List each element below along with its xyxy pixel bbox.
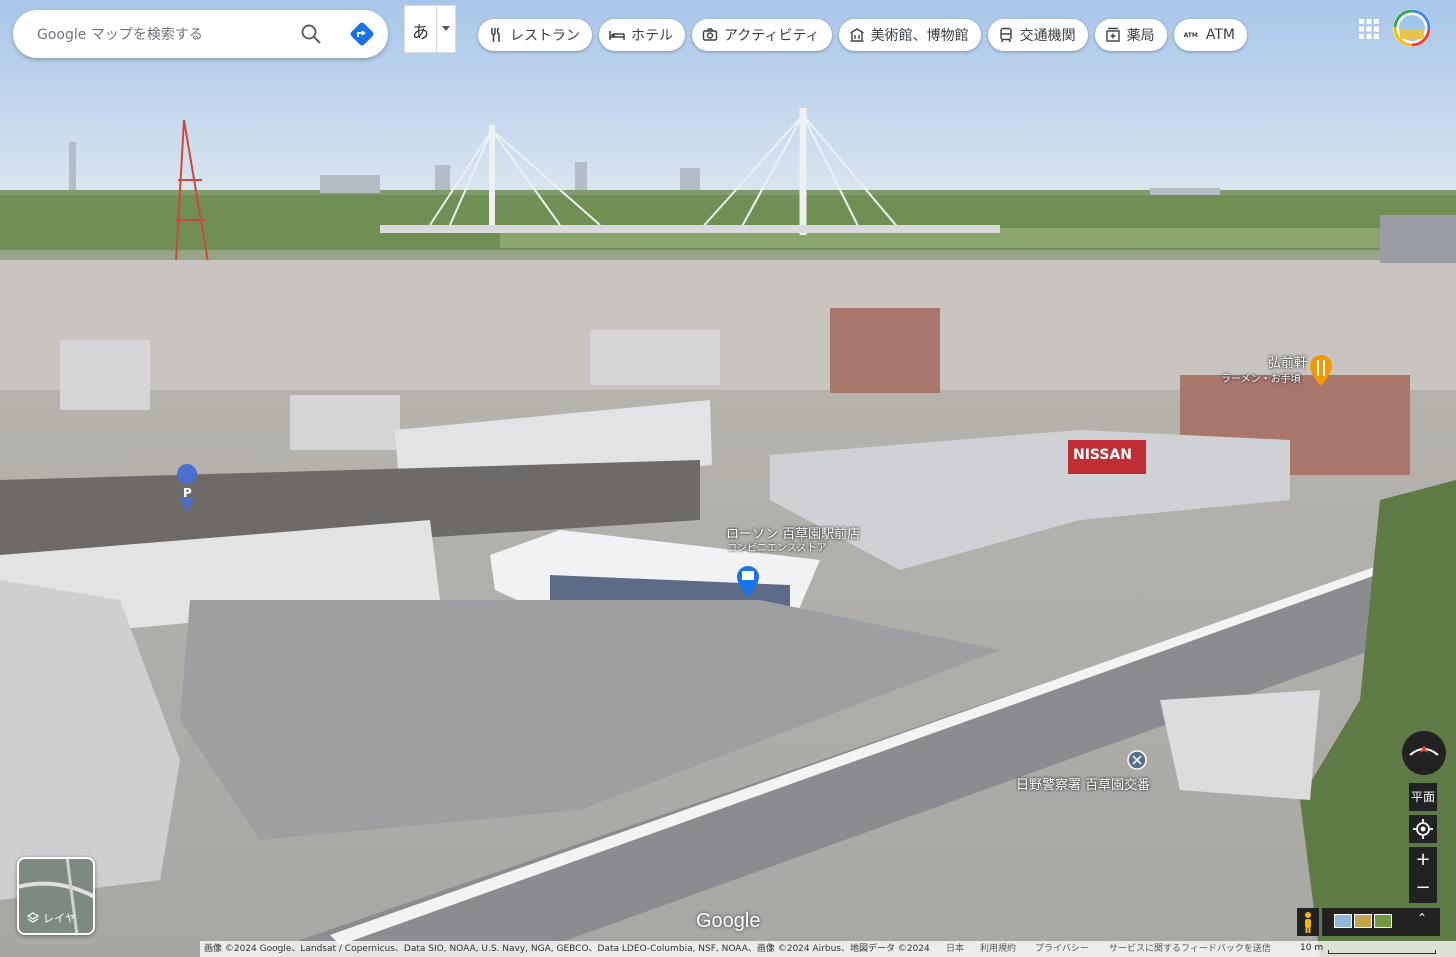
terms-link[interactable]: 利用規約 <box>980 941 1016 957</box>
ime-char: あ <box>412 23 429 43</box>
ime-toggle[interactable]: あ <box>404 5 456 53</box>
attribution-text: 画像 ©2024 Google、Landsat / Copernicus、Dat… <box>204 944 930 954</box>
chip-label: レストラン <box>510 28 580 44</box>
chip-label: 美術館、博物館 <box>870 28 969 44</box>
imagery-thumbnail[interactable] <box>1354 914 1372 928</box>
search-input[interactable] <box>35 22 289 48</box>
search-box <box>13 10 388 58</box>
chip-activities[interactable]: アクティビティ <box>692 19 832 51</box>
chevron-down-icon <box>442 26 450 31</box>
compass-icon[interactable] <box>1402 731 1446 775</box>
zoom-controls: + − <box>1409 847 1437 903</box>
chip-label: ATM <box>1205 27 1235 43</box>
zoom-out-button[interactable]: − <box>1409 875 1437 903</box>
pegman-icon[interactable] <box>1297 908 1319 936</box>
chip-label: 交通機関 <box>1019 28 1076 44</box>
layers-button[interactable]: レイヤ <box>17 857 95 935</box>
chip-label: アクティビティ <box>724 28 820 44</box>
bed-icon <box>609 31 625 40</box>
ramen-place-name[interactable]: 弘前軒 <box>1268 357 1307 371</box>
ramen-place-category: ラーメン・お手頃 <box>1221 374 1301 385</box>
imagery-thumbnail[interactable] <box>1334 914 1352 928</box>
scale-label[interactable]: 10 m <box>1300 943 1323 953</box>
my-location-icon <box>1413 819 1433 839</box>
atm-icon: ATM <box>1183 31 1198 39</box>
search-icon[interactable] <box>299 22 323 46</box>
chip-pharmacy[interactable]: 薬局 <box>1094 19 1167 51</box>
fork-knife-icon <box>491 27 500 42</box>
category-chips: レストラン ホテル アクティビティ 美術館、博物館 交通機関 薬局 ATM AT… <box>478 19 1247 51</box>
expand-imagery-icon[interactable]: ⌃ <box>1417 911 1427 925</box>
imagery-thumbnail[interactable] <box>1374 914 1392 928</box>
chip-restaurant[interactable]: レストラン <box>478 19 592 51</box>
camera-icon <box>702 28 718 41</box>
chip-museums[interactable]: 美術館、博物館 <box>838 19 981 51</box>
google-logo: Google <box>696 910 761 932</box>
layers-icon <box>27 912 39 923</box>
directions-icon[interactable] <box>349 21 375 47</box>
account-avatar[interactable] <box>1392 8 1432 48</box>
country-link[interactable]: 日本 <box>946 941 964 957</box>
satellite-3d-view[interactable] <box>0 0 1456 957</box>
zoom-in-button[interactable]: + <box>1409 847 1437 875</box>
lawson-place-name[interactable]: ローソン 百草園駅前店 <box>726 528 860 542</box>
my-location-button[interactable] <box>1409 815 1437 843</box>
nissan-sign: NISSAN <box>1073 447 1133 463</box>
chip-label: ホテル <box>631 28 673 44</box>
pharmacy-icon <box>1105 27 1120 42</box>
ime-dropdown-button[interactable] <box>436 6 455 52</box>
privacy-link[interactable]: プライバシー <box>1035 941 1089 957</box>
scale-bar <box>1328 950 1436 954</box>
chip-atm[interactable]: ATM ATM <box>1173 19 1247 51</box>
lawson-place-category: コンビニエンスストア <box>727 543 827 554</box>
layers-label: レイヤ <box>43 912 76 925</box>
museum-icon <box>849 28 864 42</box>
tilt-2d-button[interactable]: 平面 <box>1409 783 1437 811</box>
chip-hotel[interactable]: ホテル <box>599 19 685 51</box>
attribution-footer: 画像 ©2024 Google、Landsat / Copernicus、Dat… <box>200 941 1456 957</box>
chip-transit[interactable]: 交通機関 <box>987 19 1088 51</box>
police-place-name[interactable]: 日野警察署 百草園交番 <box>1016 779 1150 793</box>
train-icon <box>999 27 1012 43</box>
parking-symbol: P <box>183 486 192 500</box>
apps-grid-icon[interactable] <box>1358 18 1380 40</box>
chip-label: 薬局 <box>1126 28 1155 44</box>
layers-label-row: レイヤ <box>27 910 76 926</box>
feedback-link[interactable]: サービスに関するフィードバックを送信 <box>1109 941 1271 957</box>
